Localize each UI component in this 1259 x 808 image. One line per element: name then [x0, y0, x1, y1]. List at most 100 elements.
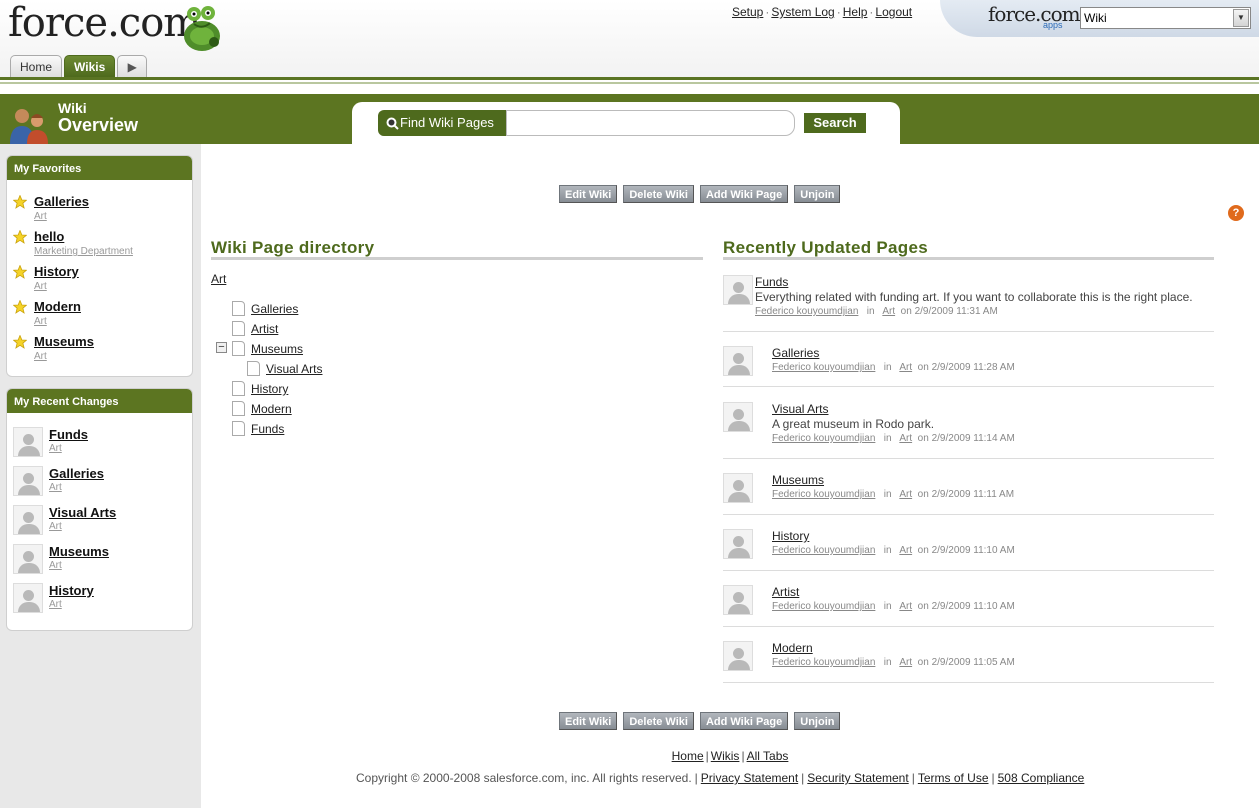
- recent-update-item: Artist Federico kouyoumdjian in Art on 2…: [723, 585, 1214, 627]
- system-log-link[interactable]: System Log: [771, 5, 834, 19]
- favorite-title[interactable]: History: [34, 264, 79, 279]
- recent-change-wiki-link[interactable]: Art: [49, 560, 62, 571]
- divider: [723, 682, 1214, 683]
- recent-changes-box: My Recent Changes Funds Art Galleries Ar…: [6, 388, 193, 631]
- tree-item-link[interactable]: Galleries: [251, 302, 298, 316]
- favorite-title[interactable]: Museums: [34, 334, 94, 349]
- recent-change-title[interactable]: Galleries: [49, 466, 104, 481]
- page-icon: [232, 401, 245, 416]
- link-separator: |: [694, 771, 698, 785]
- footer-links: Home | Wikis | All Tabs: [0, 749, 1259, 763]
- logout-link[interactable]: Logout: [875, 5, 912, 19]
- recent-change-title[interactable]: History: [49, 583, 94, 598]
- link-separator: ·: [869, 5, 874, 19]
- favorite-wiki-link[interactable]: Art: [34, 316, 47, 327]
- wiki-link[interactable]: Art: [899, 362, 912, 373]
- delete-wiki-button[interactable]: Delete Wiki: [623, 185, 694, 203]
- wiki-link[interactable]: Art: [899, 657, 912, 668]
- tree-item-link[interactable]: History: [251, 382, 288, 396]
- author-link[interactable]: Federico kouyoumdjian: [772, 433, 875, 444]
- help-link[interactable]: Help: [843, 5, 868, 19]
- recent-update-title[interactable]: Visual Arts: [772, 402, 828, 416]
- star-icon: [13, 195, 27, 209]
- favorite-wiki-link[interactable]: Art: [34, 211, 47, 222]
- terms-of-use-link[interactable]: Terms of Use: [918, 771, 989, 785]
- wiki-link[interactable]: Art: [899, 489, 912, 500]
- star-icon: [13, 230, 27, 244]
- search-button[interactable]: Search: [804, 113, 866, 133]
- app-select-value: Wiki: [1084, 11, 1107, 25]
- footer-home-link[interactable]: Home: [672, 749, 704, 763]
- wiki-link[interactable]: Art: [899, 545, 912, 556]
- recent-update-title[interactable]: Funds: [755, 275, 788, 289]
- recent-update-desc: A great museum in Rodo park.: [772, 417, 935, 431]
- recent-change-title[interactable]: Museums: [49, 544, 109, 559]
- directory-root-link[interactable]: Art: [211, 272, 226, 286]
- tree-item-link[interactable]: Visual Arts: [266, 362, 322, 376]
- recent-update-desc: Everything related with funding art. If …: [755, 290, 1193, 304]
- wiki-link[interactable]: Art: [899, 601, 912, 612]
- tab-wikis[interactable]: Wikis: [64, 55, 116, 77]
- wiki-link[interactable]: Art: [882, 306, 895, 317]
- recent-update-title[interactable]: Galleries: [772, 346, 819, 360]
- privacy-statement-link[interactable]: Privacy Statement: [701, 771, 798, 785]
- tree-item-link[interactable]: Artist: [251, 322, 278, 336]
- in-label: in: [883, 657, 892, 668]
- add-wiki-page-button[interactable]: Add Wiki Page: [699, 712, 789, 730]
- tab-home[interactable]: Home: [10, 55, 63, 77]
- force-logo[interactable]: force.com: [8, 0, 228, 56]
- app-select[interactable]: Wiki ▼: [1080, 7, 1251, 29]
- recent-change-title[interactable]: Funds: [49, 427, 88, 442]
- favorite-title[interactable]: Galleries: [34, 194, 89, 209]
- author-link[interactable]: Federico kouyoumdjian: [772, 362, 875, 373]
- collapse-icon[interactable]: −: [216, 342, 227, 353]
- footer-all-tabs-link[interactable]: All Tabs: [747, 749, 789, 763]
- tree-item-link[interactable]: Funds: [251, 422, 284, 436]
- chevron-down-icon[interactable]: ▼: [1233, 9, 1249, 27]
- author-link[interactable]: Federico kouyoumdjian: [772, 657, 875, 668]
- recent-update-title[interactable]: Museums: [772, 473, 824, 487]
- copyright-text: Copyright © 2000-2008 salesforce.com, in…: [356, 771, 692, 785]
- compliance-508-link[interactable]: 508 Compliance: [998, 771, 1085, 785]
- unjoin-button[interactable]: Unjoin: [794, 712, 841, 730]
- favorite-wiki-link[interactable]: Marketing Department: [34, 246, 133, 257]
- footer-wikis-link[interactable]: Wikis: [711, 749, 740, 763]
- divider: [723, 570, 1214, 571]
- author-link[interactable]: Federico kouyoumdjian: [755, 306, 858, 317]
- edit-wiki-button[interactable]: Edit Wiki: [559, 712, 618, 730]
- add-wiki-page-button[interactable]: Add Wiki Page: [699, 185, 789, 203]
- favorite-title[interactable]: Modern: [34, 299, 81, 314]
- author-link[interactable]: Federico kouyoumdjian: [772, 489, 875, 500]
- tree-item-link[interactable]: Modern: [251, 402, 292, 416]
- avatar: [13, 466, 43, 496]
- recent-change-wiki-link[interactable]: Art: [49, 482, 62, 493]
- edit-wiki-button[interactable]: Edit Wiki: [559, 185, 618, 203]
- recent-change-title[interactable]: Visual Arts: [49, 505, 116, 520]
- search-input[interactable]: [506, 110, 795, 136]
- recent-change-wiki-link[interactable]: Art: [49, 599, 62, 610]
- recent-update-meta: Federico kouyoumdjian in Art on 2/9/2009…: [772, 601, 1015, 612]
- recent-change-wiki-link[interactable]: Art: [49, 521, 62, 532]
- recent-update-title[interactable]: Artist: [772, 585, 799, 599]
- security-statement-link[interactable]: Security Statement: [807, 771, 908, 785]
- author-link[interactable]: Federico kouyoumdjian: [772, 545, 875, 556]
- tree-item-link[interactable]: Museums: [251, 342, 303, 356]
- favorite-wiki-link[interactable]: Art: [34, 281, 47, 292]
- favorite-title[interactable]: hello: [34, 229, 64, 244]
- help-for-page-link[interactable]: Help for this page: [1126, 210, 1227, 224]
- recent-update-title[interactable]: History: [772, 529, 809, 543]
- unjoin-button[interactable]: Unjoin: [794, 185, 841, 203]
- help-icon[interactable]: ?: [1228, 205, 1244, 221]
- author-link[interactable]: Federico kouyoumdjian: [772, 601, 875, 612]
- recent-update-item: Funds Everything related with funding ar…: [723, 275, 1214, 333]
- wiki-link[interactable]: Art: [899, 433, 912, 444]
- header-divider: [0, 77, 1259, 80]
- avatar: [13, 544, 43, 574]
- recent-change-wiki-link[interactable]: Art: [49, 443, 62, 454]
- tab-more-arrow-icon[interactable]: ▶: [117, 55, 148, 77]
- favorite-wiki-link[interactable]: Art: [34, 351, 47, 362]
- delete-wiki-button[interactable]: Delete Wiki: [623, 712, 694, 730]
- setup-link[interactable]: Setup: [732, 5, 763, 19]
- update-date: on 2/9/2009 11:05 AM: [917, 657, 1015, 668]
- recent-update-title[interactable]: Modern: [772, 641, 813, 655]
